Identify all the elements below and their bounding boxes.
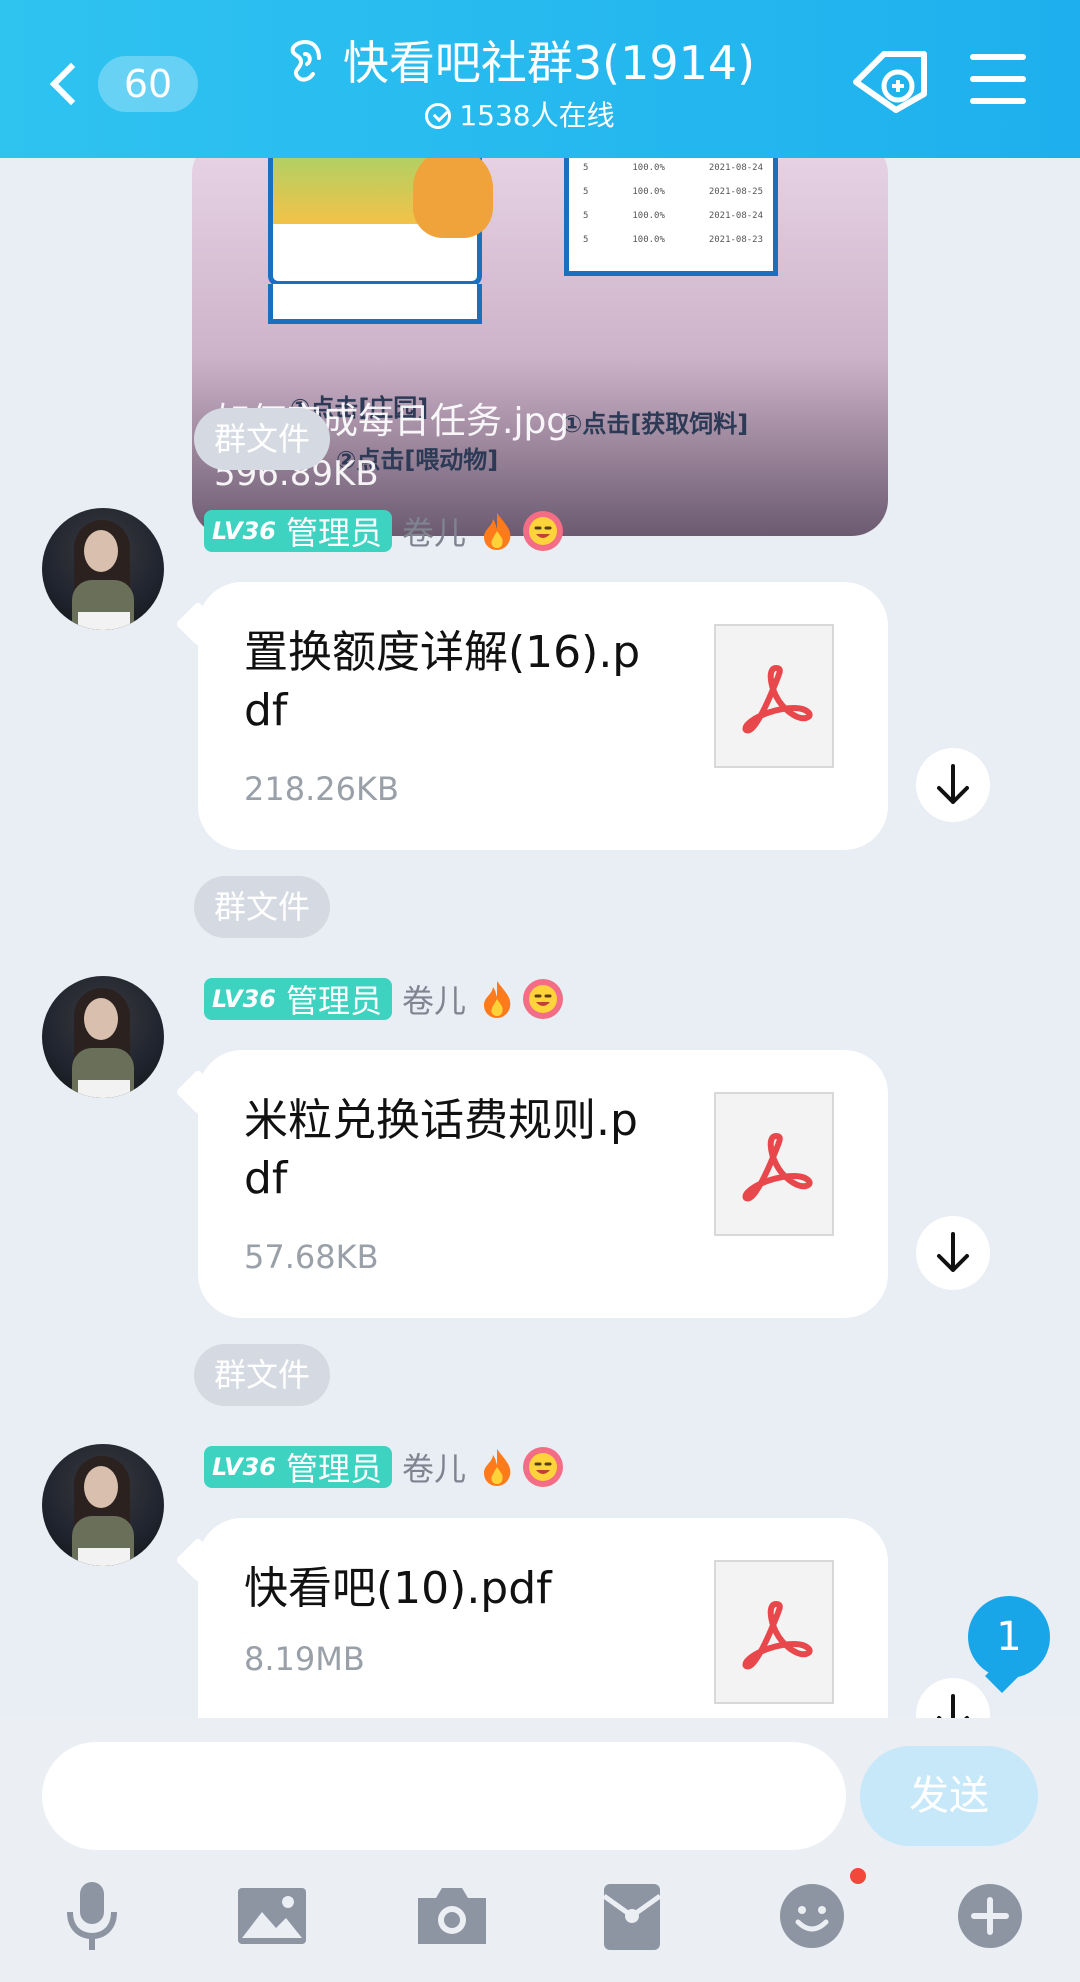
chat-messages[interactable]: 5 100.0% 2021-08-24 5 100.0% 2021-08-25 5 100… bbox=[0, 158, 1080, 1718]
download-button[interactable] bbox=[916, 748, 990, 822]
fire-icon bbox=[484, 1449, 511, 1486]
new-message-badge[interactable]: 1 bbox=[968, 1596, 1050, 1678]
fire-icon bbox=[484, 981, 511, 1018]
voice-button[interactable] bbox=[52, 1876, 132, 1956]
image-button[interactable] bbox=[232, 1876, 312, 1956]
sender-info: LV36 管理员 卷儿 bbox=[204, 1444, 564, 1490]
file-name: 置换额度详解(16).pdf bbox=[244, 627, 641, 736]
online-count: 1538人在线 bbox=[459, 99, 615, 132]
more-button[interactable] bbox=[950, 1876, 1030, 1956]
smile-badge-icon bbox=[523, 979, 563, 1019]
group-file-tag: 群文件 bbox=[194, 1344, 331, 1406]
plus-icon bbox=[958, 1884, 1022, 1948]
red-packet-button[interactable] bbox=[592, 1876, 672, 1956]
file-size: 8.19MB bbox=[244, 1640, 365, 1678]
chat-title-area[interactable]: 快看吧社群3(1914) 1538人在线 bbox=[260, 30, 780, 134]
fox-mascot bbox=[413, 158, 493, 238]
image-caption: ①点击[获取饲料] bbox=[562, 410, 749, 438]
camera-button[interactable] bbox=[412, 1876, 492, 1956]
avatar[interactable] bbox=[42, 1444, 164, 1566]
emoji-icon bbox=[780, 1884, 844, 1948]
sender-name[interactable]: 卷儿 bbox=[402, 976, 466, 1022]
notification-dot bbox=[850, 1868, 866, 1884]
pdf-file-icon bbox=[714, 1092, 834, 1236]
ear-icon bbox=[290, 40, 321, 82]
check-circle-icon bbox=[425, 103, 452, 129]
microphone-icon bbox=[67, 1882, 117, 1950]
avatar[interactable] bbox=[42, 508, 164, 630]
message-input[interactable] bbox=[42, 1742, 846, 1850]
download-button[interactable] bbox=[916, 1216, 990, 1290]
file-message[interactable]: 置换额度详解(16).pdf 218.26KB bbox=[175, 582, 888, 850]
file-name: 快看吧(10).pdf bbox=[244, 1563, 552, 1614]
menu-icon[interactable] bbox=[970, 54, 1026, 106]
arrow-down-icon bbox=[937, 764, 969, 804]
screenshot-navbar bbox=[268, 284, 482, 324]
sender-info: LV36 管理员 卷儿 bbox=[204, 508, 564, 554]
smile-badge-icon bbox=[523, 511, 563, 551]
picture-icon bbox=[238, 1888, 306, 1944]
top-bar: 60 快看吧社群3(1914) 1538人在线 bbox=[0, 0, 1080, 158]
file-name: 米粒兑换话费规则.pdf bbox=[244, 1095, 638, 1204]
arrow-down-icon bbox=[937, 1232, 969, 1272]
pdf-file-icon bbox=[714, 624, 834, 768]
screenshot-phone bbox=[268, 158, 493, 286]
level-badge: LV36 管理员 bbox=[204, 1446, 392, 1488]
file-message[interactable]: 米粒兑换话费规则.pdf 57.68KB bbox=[175, 1050, 888, 1318]
ticket-icon[interactable] bbox=[850, 48, 930, 116]
back-button[interactable]: 60 bbox=[40, 45, 200, 123]
download-button[interactable] bbox=[916, 1678, 990, 1718]
level-badge: LV36 管理员 bbox=[204, 978, 392, 1020]
avatar[interactable] bbox=[42, 976, 164, 1098]
level-badge: LV36 管理员 bbox=[204, 510, 392, 552]
sender-info: LV36 管理员 卷儿 bbox=[204, 976, 564, 1022]
camera-icon bbox=[418, 1888, 486, 1944]
pdf-file-icon bbox=[714, 1560, 834, 1704]
file-message[interactable]: 快看吧(10).pdf 8.19MB bbox=[175, 1518, 888, 1718]
group-file-tag: 群文件 bbox=[194, 876, 331, 938]
file-size: 57.68KB bbox=[244, 1238, 379, 1276]
image-message[interactable]: 5 100.0% 2021-08-24 5 100.0% 2021-08-25 5 100… bbox=[192, 158, 888, 536]
red-packet-icon bbox=[602, 1884, 662, 1950]
chevron-left-icon bbox=[49, 62, 93, 106]
file-size: 218.26KB bbox=[244, 770, 399, 808]
chat-title: 快看吧社群3(1914) bbox=[342, 36, 756, 90]
send-button[interactable]: 发送 bbox=[860, 1746, 1038, 1846]
input-toolbar bbox=[0, 1876, 1080, 1966]
sender-name[interactable]: 卷儿 bbox=[402, 1444, 466, 1490]
unread-count-badge: 60 bbox=[98, 56, 198, 112]
smile-badge-icon bbox=[523, 1447, 563, 1487]
group-file-tag: 群文件 bbox=[194, 408, 331, 470]
emoji-button[interactable] bbox=[772, 1876, 852, 1956]
screenshot-table: 5 100.0% 2021-08-24 5 100.0% 2021-08-25 5 100… bbox=[564, 158, 778, 276]
arrow-down-icon bbox=[937, 1694, 969, 1718]
sender-name[interactable]: 卷儿 bbox=[402, 508, 466, 554]
fire-icon bbox=[484, 513, 511, 550]
input-area: 发送 bbox=[0, 1718, 1080, 1982]
